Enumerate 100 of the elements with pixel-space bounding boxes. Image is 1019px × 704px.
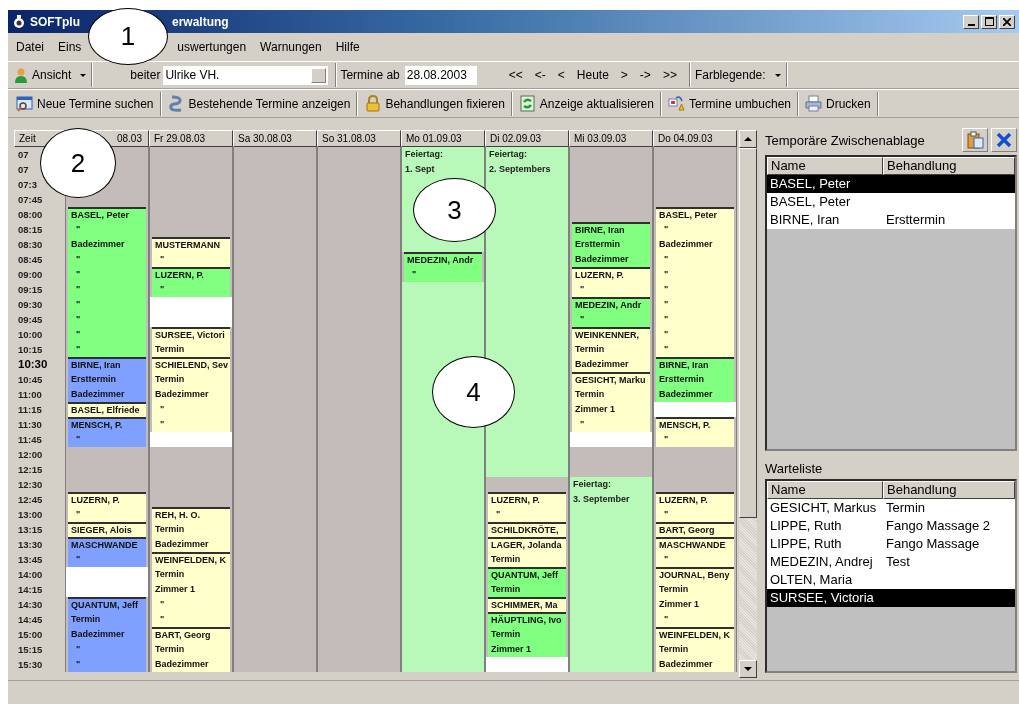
column-header[interactable]: Name: [767, 481, 883, 499]
appointment-block[interactable]: SCHIELEND, Sev Termin Badezimmer " ": [152, 357, 230, 432]
appointment-text: ": [75, 268, 82, 281]
time-label: 12:15: [17, 463, 43, 477]
scrollbar[interactable]: [739, 130, 757, 678]
appointment-block[interactable]: QUANTUM, Jeff Termin: [488, 567, 566, 597]
menu-item[interactable]: Eins: [54, 40, 86, 54]
appointment-block[interactable]: LUZERN, P. ": [488, 492, 566, 522]
appointment-block[interactable]: BASEL, Elfriede: [68, 402, 146, 417]
menu-item[interactable]: Warnungen: [256, 40, 326, 54]
scroll-down-button[interactable]: [739, 660, 757, 678]
appointment-block[interactable]: BIRNE, Iran Ersttermin Badezimmer: [656, 357, 734, 402]
minimize-button[interactable]: [963, 14, 979, 29]
appointment-block[interactable]: BASEL, Peter " Badezimmer " " " " " " ": [68, 207, 146, 357]
appointment-block[interactable]: LAGER, Jolanda Termin: [488, 537, 566, 567]
nav-button[interactable]: <<: [502, 66, 529, 84]
appointment-text: ": [663, 253, 670, 266]
menu-item[interactable]: Hilfe: [331, 40, 364, 54]
date-field[interactable]: 28.08.2003: [404, 65, 477, 85]
time-label: 13:30: [17, 538, 43, 552]
appointment-block[interactable]: BIRNE, Iran Ersttermin Badezimmer: [68, 357, 146, 402]
menu-item[interactable]: Datei: [12, 40, 48, 54]
appointment-block[interactable]: REH, H. O. Termin Badezimmer: [152, 507, 230, 552]
appointment-block[interactable]: MUSTERMANN ": [152, 237, 230, 267]
appointment-block[interactable]: MEDEZIN, Andr ": [404, 252, 482, 282]
appointment-block[interactable]: MENSCH, P. ": [656, 417, 734, 447]
close-button[interactable]: [991, 128, 1017, 152]
panel-title: Warteliste: [765, 461, 824, 477]
column-header[interactable]: Behandlung: [883, 481, 1015, 499]
appointment-block[interactable]: MASCHWANDE ": [68, 537, 146, 567]
appointment-text: ": [495, 508, 502, 521]
toolbar-button[interactable]: Neue Termine suchen: [10, 93, 160, 114]
time-label: 13:15: [17, 523, 43, 537]
view-button[interactable]: Ansicht: [10, 65, 92, 85]
nav-button[interactable]: >: [614, 66, 634, 84]
appointment-block[interactable]: WEINFELDEN, K Termin Zimmer 1 " ": [152, 552, 230, 627]
appointment-block[interactable]: HÄUPTLING, Ivo Termin Zimmer 1: [488, 612, 566, 657]
close-button[interactable]: [999, 14, 1015, 29]
appointment-block[interactable]: MASCHWANDE ": [656, 537, 734, 567]
toolbar-button[interactable]: Behandlungen fixieren: [358, 93, 511, 114]
appointment-block[interactable]: SCHIMMER, Ma: [488, 597, 566, 612]
list-row[interactable]: SURSEE, Victoria: [767, 589, 1015, 607]
scroll-up-button[interactable]: [739, 130, 757, 148]
app-icon: [12, 14, 26, 29]
list-row[interactable]: OLTEN, Maria: [767, 571, 1015, 589]
appointment-block[interactable]: SCHILDKRÖTE,: [488, 522, 566, 537]
column-header[interactable]: Name: [767, 157, 883, 175]
employee-dropdown[interactable]: Ulrike VH.: [163, 65, 329, 85]
appointment-block[interactable]: BART, Georg: [656, 522, 734, 537]
appointment-block[interactable]: SURSEE, Victori Termin: [152, 327, 230, 357]
maximize-button[interactable]: [981, 14, 997, 29]
list-cell-text: MEDEZIN, Andrej: [769, 553, 874, 571]
time-label: 15:30: [17, 658, 43, 672]
day-header: Do 04.09.03: [653, 130, 737, 147]
nav-button[interactable]: >>: [656, 66, 683, 84]
appointment-block[interactable]: SIEGER, Alois: [68, 522, 146, 537]
list-cell-text: BIRNE, Iran: [769, 211, 841, 229]
appointment-block[interactable]: QUANTUM, Jeff Termin Badezimmer " ": [68, 597, 146, 672]
time-label: 07:45: [17, 193, 43, 207]
appointment-block[interactable]: LUZERN, P. ": [68, 492, 146, 522]
toolbar-button[interactable]: Anzeige aktualisieren: [512, 93, 660, 114]
window-title: erwaltung: [172, 14, 229, 29]
list-row[interactable]: LIPPE, Ruth Fango Massage: [767, 535, 1015, 553]
toolbar-button[interactable]: Termine umbuchen: [661, 93, 797, 114]
list-row[interactable]: BASEL, Peter: [767, 175, 1015, 193]
nav-button[interactable]: ->: [633, 66, 657, 84]
caret-icon: [773, 72, 782, 78]
menu-item[interactable]: uswertungen: [173, 40, 251, 54]
appointment-block[interactable]: LUZERN, P. ": [572, 267, 650, 297]
list-row[interactable]: MEDEZIN, Andrej Test: [767, 553, 1015, 571]
appointment-block[interactable]: JOURNAL, Beny Termin Zimmer 1 ": [656, 567, 734, 627]
dropdown-button[interactable]: [311, 67, 327, 83]
appointment-block[interactable]: BIRNE, Iran Ersttermin Badezimmer: [572, 222, 650, 267]
time-label: 11:30: [17, 418, 42, 432]
scroll-thumb[interactable]: [739, 148, 757, 518]
nav-button[interactable]: Heute: [570, 66, 615, 84]
appointment-block[interactable]: GESICHT, Marku Termin Zimmer 1 ": [572, 372, 650, 432]
list-row[interactable]: BASEL, Peter: [767, 193, 1015, 211]
appointment-block[interactable]: WEINKENNER, Termin Badezimmer: [572, 327, 650, 372]
appointment-block[interactable]: BART, Georg Termin Badezimmer: [152, 627, 230, 672]
list-row[interactable]: GESICHT, Markus Termin: [767, 499, 1015, 517]
appointment-block[interactable]: WEINFELDEN, K Termin Badezimmer: [656, 627, 734, 672]
toolbar-button[interactable]: Bestehende Termine anzeigen: [161, 93, 357, 114]
appointment-block[interactable]: LUZERN, P. ": [656, 492, 734, 522]
paste-button[interactable]: [962, 128, 988, 152]
nav-button[interactable]: <: [551, 66, 571, 84]
appointment-block[interactable]: LUZERN, P. ": [152, 267, 230, 297]
nav-button[interactable]: <-: [528, 66, 552, 84]
column-header[interactable]: Behandlung: [883, 157, 1015, 175]
list-row[interactable]: BIRNE, Iran Ersttermin: [767, 211, 1015, 229]
time-label: 14:30: [17, 598, 43, 612]
person-icon: [14, 67, 28, 83]
toolbar-button[interactable]: Drucken: [799, 93, 877, 114]
appointment-text: Badezimmer: [154, 538, 210, 551]
legend-button[interactable]: Farblegende:: [690, 65, 786, 85]
appointment-block[interactable]: MENSCH, P. ": [68, 417, 146, 447]
list-row[interactable]: LIPPE, Ruth Fango Massage 2: [767, 517, 1015, 535]
appointment-block[interactable]: BASEL, Peter " Badezimmer " " " " " " ": [656, 207, 734, 357]
appointment-text: ": [663, 223, 670, 236]
appointment-block[interactable]: MEDEZIN, Andr ": [572, 297, 650, 327]
